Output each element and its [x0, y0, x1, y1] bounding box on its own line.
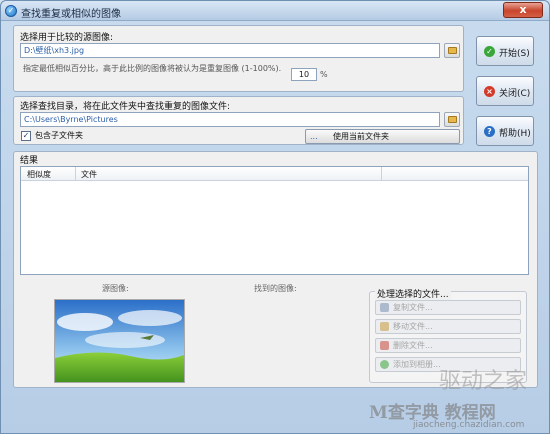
start-label: 开始(S) [499, 49, 530, 59]
watermark-brand: 驱动之家 [439, 369, 528, 394]
help-button[interactable]: ? 帮助(H) [476, 116, 534, 146]
close-button[interactable]: × 关闭(C) [476, 76, 534, 106]
similarity-percent-input[interactable]: 10 [291, 68, 317, 81]
copy-files-label: 复制文件... [393, 303, 433, 312]
delete-files-button[interactable]: 删除文件... [375, 338, 521, 353]
found-image-caption: 找到的图像: [254, 284, 297, 293]
start-button[interactable]: ✓ 开始(S) [476, 36, 534, 66]
help-label: 帮助(H) [499, 129, 531, 139]
results-group: 结果 相似度 文件 源图像: 找到的图像: 处理选择的文件... 复制文件...… [13, 151, 538, 388]
source-group-title: 选择用于比较的源图像: [20, 33, 114, 43]
use-current-dots: ... [310, 132, 318, 141]
add-to-album-label: 添加到相册... [393, 360, 441, 369]
source-browse-button[interactable] [444, 43, 460, 58]
similarity-note: 指定最低相似百分比，高于此比例的图像将被认为是重复图像 (1-100%). [23, 64, 282, 73]
file-actions-title: 处理选择的文件... [375, 287, 451, 300]
percent-unit: % [320, 70, 328, 79]
help-icon: ? [484, 126, 495, 137]
window-title: 查找重复或相似的图像 [21, 9, 121, 20]
move-files-label: 移动文件... [393, 322, 433, 331]
watermark-url: jiaocheng.chazidian.com [413, 420, 525, 430]
move-files-button[interactable]: 移动文件... [375, 319, 521, 334]
app-icon: ✓ [5, 5, 17, 17]
copy-icon [380, 303, 389, 312]
check-icon: ✓ [484, 46, 495, 57]
source-image-group: 选择用于比较的源图像: D:\壁纸\xh3.jpg 指定最低相似百分比，高于此比… [13, 25, 464, 92]
include-subfolders-checkbox[interactable]: ✓ [21, 131, 31, 141]
results-group-title: 结果 [20, 156, 39, 166]
source-image-preview [54, 299, 185, 383]
add-icon [380, 360, 389, 369]
source-path-input[interactable]: D:\壁纸\xh3.jpg [20, 43, 440, 58]
delete-files-label: 删除文件... [393, 341, 433, 350]
landscape-thumbnail [55, 300, 184, 382]
use-current-folder-button[interactable]: ... 使用当前文件夹 [305, 129, 460, 144]
delete-icon [380, 341, 389, 350]
source-image-caption: 源图像: [102, 284, 129, 293]
close-icon: × [484, 86, 495, 97]
folder-group-title: 选择查找目录，将在此文件夹中查找重复的图像文件: [20, 102, 231, 112]
use-current-label: 使用当前文件夹 [333, 132, 389, 141]
folder-browse-button[interactable] [444, 112, 460, 127]
move-icon [380, 322, 389, 331]
column-file[interactable]: 文件 [81, 169, 97, 180]
window-close-button[interactable]: x [503, 2, 543, 18]
close-label: 关闭(C) [499, 89, 531, 99]
title-bar: ✓ 查找重复或相似的图像 x [1, 1, 549, 21]
search-folder-group: 选择查找目录，将在此文件夹中查找重复的图像文件: C:\Users\Byrne\… [13, 96, 464, 145]
results-list-header: 相似度 文件 [21, 167, 528, 181]
copy-files-button[interactable]: 复制文件... [375, 300, 521, 315]
app-window: ✓ 查找重复或相似的图像 x 选择用于比较的源图像: D:\壁纸\xh3.jpg… [0, 0, 550, 434]
folder-icon [448, 116, 457, 123]
results-list[interactable]: 相似度 文件 [20, 166, 529, 275]
column-similarity[interactable]: 相似度 [27, 169, 51, 180]
folder-path-input[interactable]: C:\Users\Byrne\Pictures [20, 112, 440, 127]
include-subfolders-label: 包含子文件夹 [35, 131, 83, 140]
folder-icon [448, 47, 457, 54]
